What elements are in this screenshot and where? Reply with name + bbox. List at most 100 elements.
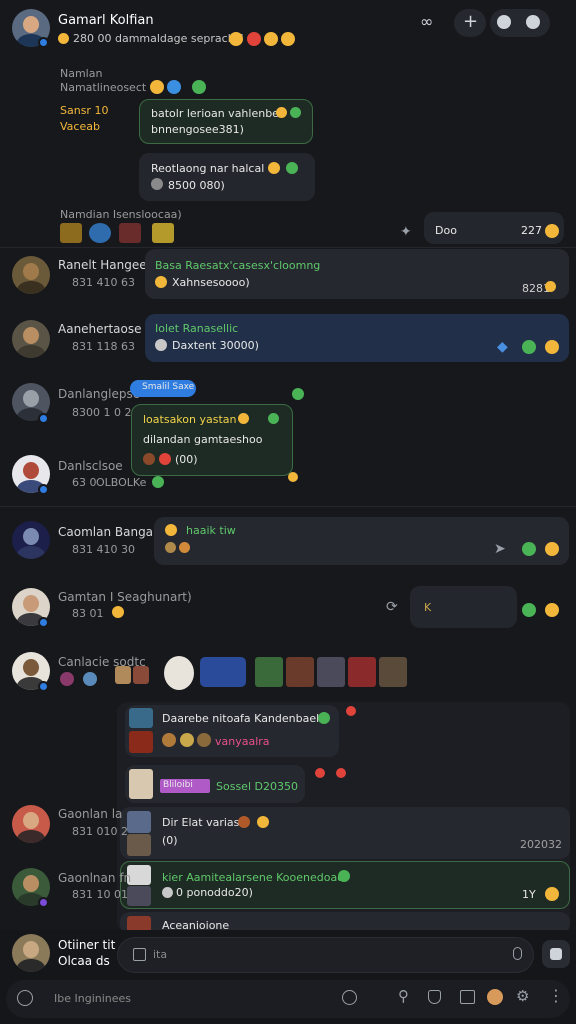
reaction-icon[interactable]: ✦ [400, 225, 412, 239]
emoji-icon[interactable] [545, 603, 559, 617]
thumbnail-image[interactable] [127, 834, 151, 856]
message-text: 0 ponoddo20) [176, 886, 253, 899]
message-bubble[interactable] [139, 99, 313, 144]
avatar[interactable] [12, 521, 50, 559]
thumbnail-image[interactable] [89, 223, 111, 243]
verified-badge-icon [38, 484, 49, 495]
label-name: Namatlineosect [60, 81, 147, 94]
emoji-icon [150, 80, 164, 94]
emoji-icon [197, 733, 211, 747]
message-text: Xahnsesoooo) [172, 276, 250, 289]
emoji-icon [229, 32, 243, 46]
sender-meta: 831 410 30 [72, 543, 135, 556]
reaction-icon[interactable] [522, 542, 536, 556]
history-icon[interactable] [342, 990, 357, 1005]
message-text: kier Aamitealarsene Kooenedoao [162, 871, 344, 884]
thumbnail-image[interactable] [129, 731, 153, 753]
sender-meta: 831 410 63 [72, 276, 135, 289]
emoji-icon [545, 281, 556, 292]
verified-badge-icon [38, 681, 49, 692]
mic-icon[interactable] [513, 947, 522, 960]
message-bubble[interactable] [139, 153, 315, 201]
thumbnail-image[interactable] [127, 811, 151, 833]
thumbnail-image[interactable] [379, 657, 407, 687]
emoji-icon [179, 542, 190, 553]
message-count: 1Y [522, 888, 536, 901]
thumbnail-image[interactable] [200, 657, 246, 687]
thumbnail-image[interactable] [152, 223, 174, 243]
sender-name: Gaonlnan fn [58, 871, 132, 885]
emoji-icon [292, 388, 304, 400]
chat-icon[interactable] [497, 15, 511, 29]
emoji-icon [162, 887, 173, 898]
emoji-icon [162, 733, 176, 747]
composer-avatar[interactable] [12, 934, 50, 972]
compass-icon[interactable] [17, 990, 33, 1006]
side-label: Vaceab [60, 120, 100, 133]
thumbnail-image[interactable] [119, 223, 141, 243]
status-icon [152, 476, 164, 488]
verified-badge-icon [38, 37, 49, 48]
reaction-icon[interactable]: ⟳ [386, 600, 398, 614]
thumbnail-image[interactable] [60, 223, 82, 243]
message-text: vanyaalra [215, 735, 270, 748]
message-text: Basa Raesatx'casesx'cloomng [155, 259, 321, 272]
emoji-icon [257, 816, 269, 828]
emoji-icon [238, 413, 249, 424]
thumbnail-image[interactable] [115, 666, 131, 684]
message-text: dilandan gamtaeshoo [143, 433, 263, 446]
reaction-icon[interactable] [522, 340, 536, 354]
emoji-icon [155, 276, 167, 288]
emoji-icon [318, 712, 330, 724]
avatar[interactable] [12, 320, 50, 358]
emoji-icon [180, 733, 194, 747]
link-icon[interactable]: ∞ [420, 14, 433, 30]
sender-name: Danlsclsoe [58, 459, 123, 473]
emoji-icon[interactable] [545, 887, 559, 901]
emoji-icon [238, 816, 250, 828]
more-icon[interactable]: ⋮ [548, 988, 564, 1004]
thumbnail-image[interactable] [255, 657, 283, 687]
thumbnail-image[interactable] [133, 666, 149, 684]
avatar[interactable] [12, 256, 50, 294]
sender-name: Danlanglepsc [58, 387, 140, 401]
message-text: Doo [435, 224, 457, 237]
emoji-icon[interactable] [545, 542, 559, 556]
header-subtitle: 280 00 dammaldage sepracks! [73, 32, 245, 45]
thumbnail-image[interactable] [129, 708, 153, 728]
thumbnail-image[interactable] [286, 657, 314, 687]
verified-badge-icon [38, 897, 49, 908]
tag-text: Smalil Saxe [142, 382, 195, 392]
message-input[interactable] [117, 937, 534, 973]
message-bubble[interactable] [120, 807, 570, 859]
smile-icon[interactable] [526, 15, 540, 29]
search-icon[interactable]: ⚲ [398, 989, 409, 1004]
avatar[interactable] [12, 805, 50, 843]
reaction-icon[interactable] [522, 603, 536, 617]
emoji-icon [165, 524, 177, 536]
emoji-icon[interactable] [545, 340, 559, 354]
thumbnail-image[interactable] [317, 657, 345, 687]
settings-icon[interactable]: ⚙ [516, 989, 529, 1004]
thumbnail-image[interactable] [127, 886, 151, 906]
caption-text: Namdian Isensloocaa) [60, 208, 182, 221]
sender-name: Gaonlan la [58, 807, 123, 821]
emoji-icon [247, 32, 261, 46]
message-text: (0) [162, 834, 178, 847]
thumbnail-image[interactable] [348, 657, 376, 687]
share-icon[interactable]: ➤ [494, 542, 506, 556]
sticker-icon [550, 948, 562, 960]
heart-icon [315, 768, 325, 778]
send-icon[interactable]: ◆ [497, 340, 508, 354]
message-bubble[interactable] [145, 249, 569, 299]
shield-icon[interactable] [428, 990, 441, 1004]
image-icon[interactable] [460, 990, 475, 1004]
avatar-emoji-icon[interactable] [487, 989, 503, 1005]
attach-icon[interactable] [133, 948, 146, 961]
message-bubble[interactable] [120, 861, 570, 909]
message-text: Sossel D20350 [216, 780, 298, 793]
sender-name: Gamtan I Seaghunart) [58, 590, 192, 604]
thumbnail-image[interactable] [129, 769, 153, 799]
emoji-icon [286, 162, 298, 174]
thumbnail-image[interactable] [164, 656, 194, 690]
